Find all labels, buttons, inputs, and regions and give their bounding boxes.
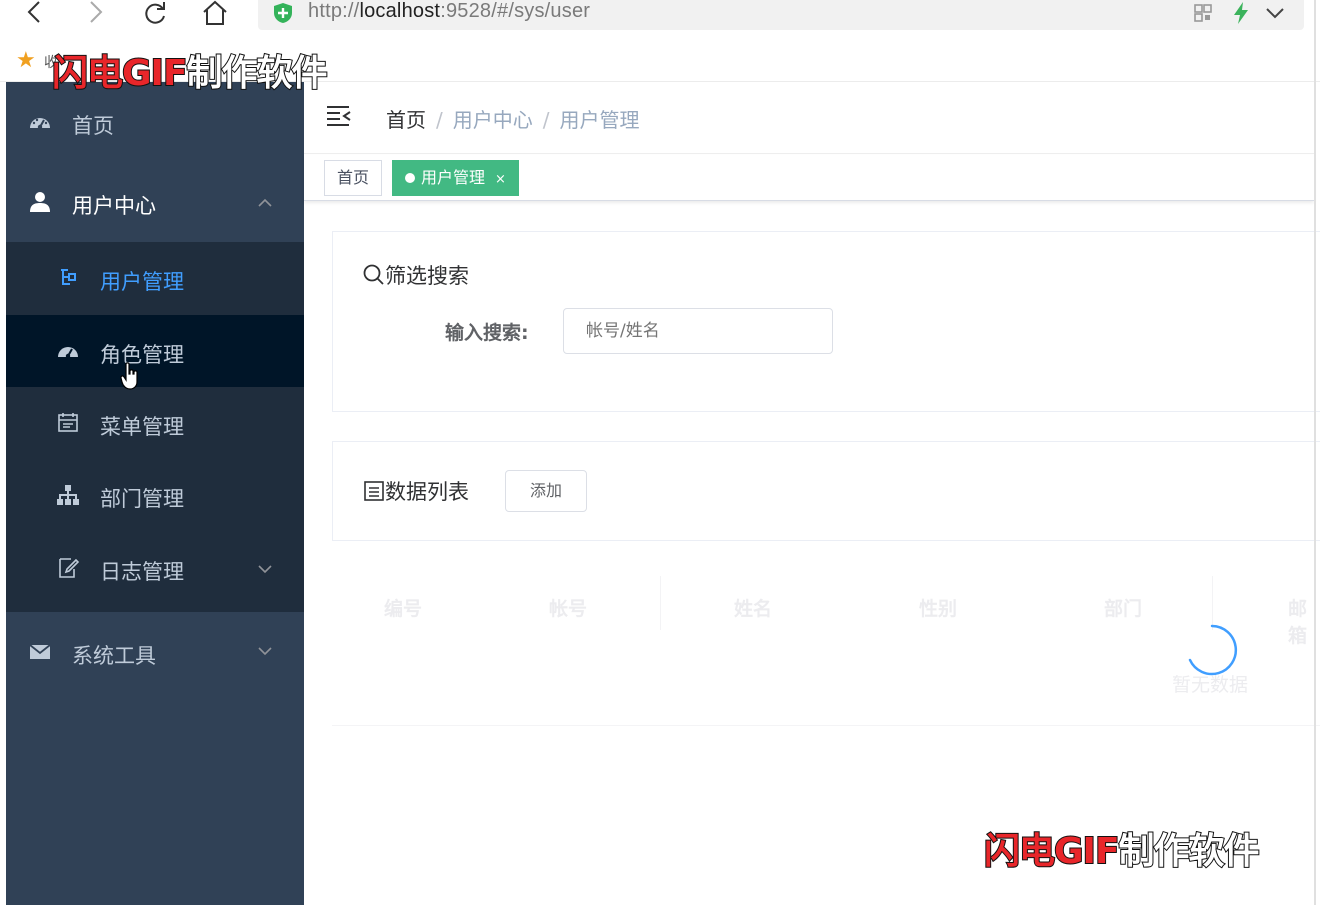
table-header-account: 帐号 <box>549 598 588 620</box>
search-icon <box>363 264 384 285</box>
sidebar-item-label: 用户管理 <box>100 270 184 294</box>
list-card-title: 数据列表 <box>363 476 469 506</box>
address-bar[interactable]: http://localhost:9528/#/sys/user <box>258 0 1304 30</box>
qr-code-icon[interactable] <box>1190 0 1216 26</box>
chevron-down-icon <box>258 647 272 656</box>
dashboard-icon <box>30 118 50 130</box>
table-header-id: 编号 <box>384 598 423 620</box>
sidebar-item-system-tools[interactable]: 系统工具 <box>6 612 304 692</box>
navbar: 首页 / 用户中心 / 用户管理 <box>304 82 1314 154</box>
breadcrumb: 首页 / 用户中心 / 用户管理 <box>386 104 640 133</box>
dashboard-icon <box>58 347 78 359</box>
chevron-up-icon <box>258 198 272 207</box>
sidebar-item-label: 角色管理 <box>100 343 184 367</box>
browser-toolbar: http://localhost:9528/#/sys/user <box>0 0 1320 40</box>
reload-icon[interactable] <box>140 0 170 26</box>
sidebar-item-label: 首页 <box>72 114 114 138</box>
tree-icon <box>61 269 76 285</box>
tags-view-bar: 首页 用户管理 × <box>304 155 1314 201</box>
loading-spinner-icon <box>1188 624 1237 676</box>
column-divider <box>660 576 661 630</box>
url-text[interactable]: http://localhost:9528/#/sys/user <box>308 0 590 23</box>
table-header-dept: 部门 <box>1104 598 1143 620</box>
submenu: 用户管理 角色管理 菜单管理 部门管理 日志管理 <box>6 242 304 612</box>
table-header-name: 姓名 <box>734 598 773 620</box>
search-label: 输入搜索: <box>445 322 529 344</box>
add-button[interactable]: 添加 <box>505 470 587 512</box>
mail-icon <box>29 644 51 659</box>
org-icon <box>57 485 79 505</box>
search-card: 筛选搜索 输入搜索: <box>332 231 1320 412</box>
tag-label: 用户管理 <box>421 168 486 187</box>
hamburger-icon[interactable] <box>326 104 352 128</box>
list-card: 数据列表 添加 <box>332 441 1320 541</box>
data-table: 编号 帐号 姓名 性别 部门 邮箱 暂无数据 <box>332 570 1320 726</box>
search-card-title: 筛选搜索 <box>363 260 469 290</box>
close-icon[interactable]: × <box>495 172 506 187</box>
watermark-logo: 闪电GIF制作软件 <box>983 830 1261 873</box>
tag-user-management[interactable]: 用户管理 × <box>392 160 519 196</box>
sidebar-item-user-management[interactable]: 用户管理 <box>6 242 304 314</box>
back-icon[interactable] <box>20 0 50 26</box>
list-icon <box>364 481 384 501</box>
tag-home[interactable]: 首页 <box>324 160 383 196</box>
calendar-icon <box>58 413 78 432</box>
forward-icon[interactable] <box>80 0 110 26</box>
sidebar-item-label: 用户中心 <box>72 194 156 218</box>
secure-shield-icon <box>274 3 292 23</box>
user-icon <box>30 192 50 212</box>
tag-label: 首页 <box>337 168 370 187</box>
sidebar: 首页 用户中心 用户管理 角色管理 菜单管理 部门管理 日志管理 系统工具 <box>6 82 304 905</box>
chevron-down-icon <box>258 565 272 574</box>
table-header-gender: 性别 <box>919 598 958 620</box>
sidebar-item-label: 菜单管理 <box>100 415 184 439</box>
sidebar-item-menu-management[interactable]: 菜单管理 <box>6 387 304 459</box>
edit-icon <box>59 558 80 578</box>
star-icon[interactable]: ★ <box>16 48 36 73</box>
watermark-logo: 闪电GIF制作软件 <box>51 52 329 95</box>
sidebar-item-role-management[interactable]: 角色管理 <box>6 315 304 387</box>
sidebar-item-log-management[interactable]: 日志管理 <box>6 532 304 604</box>
breadcrumb-item-current: 用户管理 <box>559 108 640 132</box>
breadcrumb-separator: / <box>542 108 550 132</box>
breadcrumb-item-user-center[interactable]: 用户中心 <box>453 108 533 132</box>
sidebar-item-label: 日志管理 <box>100 560 184 584</box>
sidebar-item-dept-management[interactable]: 部门管理 <box>6 459 304 531</box>
active-dot-icon <box>405 173 415 183</box>
sidebar-item-label: 部门管理 <box>100 487 184 511</box>
breadcrumb-item-home[interactable]: 首页 <box>386 108 426 132</box>
search-input[interactable] <box>563 308 833 354</box>
home-icon[interactable] <box>200 0 230 26</box>
lightning-icon[interactable] <box>1228 0 1254 26</box>
chevron-down-icon[interactable] <box>1262 0 1288 26</box>
hand-cursor-icon <box>120 362 138 390</box>
breadcrumb-separator: / <box>436 108 443 132</box>
window-border <box>1314 0 1316 905</box>
sidebar-item-label: 系统工具 <box>72 644 156 668</box>
sidebar-item-user-center[interactable]: 用户中心 <box>6 162 304 242</box>
